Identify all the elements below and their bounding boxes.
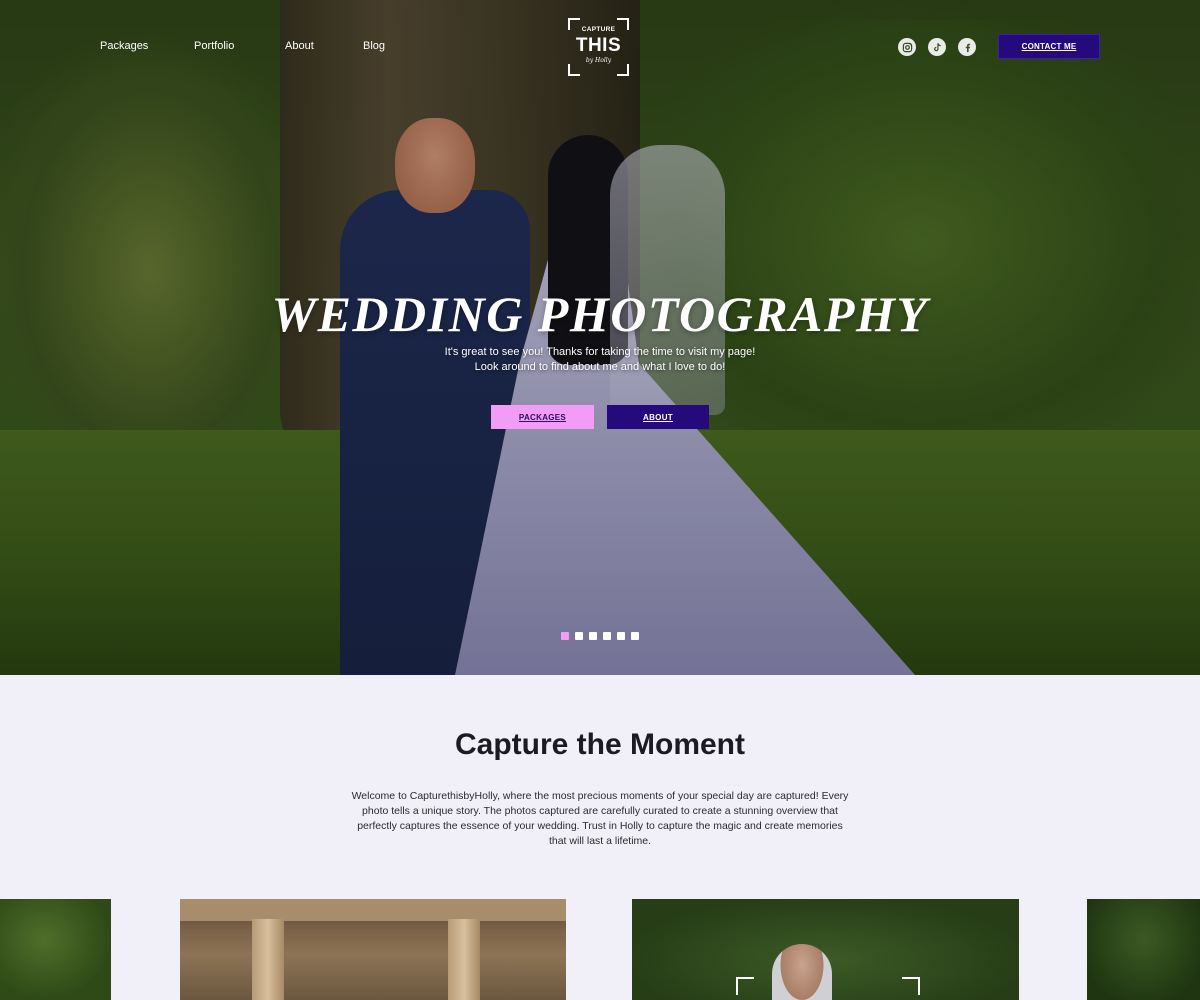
gallery-photo[interactable] <box>632 899 1019 1000</box>
gallery-photo[interactable] <box>0 899 111 1000</box>
facebook-icon[interactable] <box>958 38 976 56</box>
gallery-photo[interactable] <box>1087 899 1200 1000</box>
nav-link-packages[interactable]: Packages <box>100 40 148 52</box>
slider-dots <box>561 632 639 640</box>
logo-corner <box>568 64 580 76</box>
logo-main-text: THIS <box>575 35 622 56</box>
slider-dot[interactable] <box>575 632 583 640</box>
slider-dot[interactable] <box>561 632 569 640</box>
logo-signature: by Holly <box>585 57 612 64</box>
section-body: Welcome to CapturethisbyHolly, where the… <box>351 790 849 847</box>
gallery-photo[interactable] <box>180 899 566 1000</box>
hero-title: WEDDING PHOTOGRAPHY <box>271 286 929 342</box>
slider-dot[interactable] <box>617 632 625 640</box>
nav-link-about[interactable]: About <box>285 40 314 52</box>
tiktok-icon[interactable] <box>928 38 946 56</box>
packages-button[interactable]: PACKAGES <box>491 405 594 429</box>
photo-column <box>252 919 284 1000</box>
photo-architecture-beam <box>180 899 566 921</box>
hero-subtitle-line2: Look around to find about me and what I … <box>474 361 726 373</box>
photo-person <box>772 944 832 1000</box>
slider-dot[interactable] <box>589 632 597 640</box>
photo-frame-corner <box>902 977 920 995</box>
section-title: Capture the Moment <box>454 728 745 761</box>
logo-corner <box>617 64 629 76</box>
photo-column <box>448 919 480 1000</box>
instagram-icon[interactable] <box>898 38 916 56</box>
nav-link-blog[interactable]: Blog <box>363 40 385 52</box>
logo-top-text: CAPTURE <box>581 26 616 33</box>
contact-me-button[interactable]: CONTACT ME <box>998 34 1100 59</box>
about-button[interactable]: ABOUT <box>607 405 709 429</box>
slider-dot[interactable] <box>631 632 639 640</box>
slider-dot[interactable] <box>603 632 611 640</box>
site-logo[interactable]: CAPTURE THIS by Holly <box>568 18 629 76</box>
nav-link-portfolio[interactable]: Portfolio <box>194 40 234 52</box>
photo-frame-corner <box>736 977 754 995</box>
hero-subtitle-line1: It's great to see you! Thanks for taking… <box>444 346 756 358</box>
